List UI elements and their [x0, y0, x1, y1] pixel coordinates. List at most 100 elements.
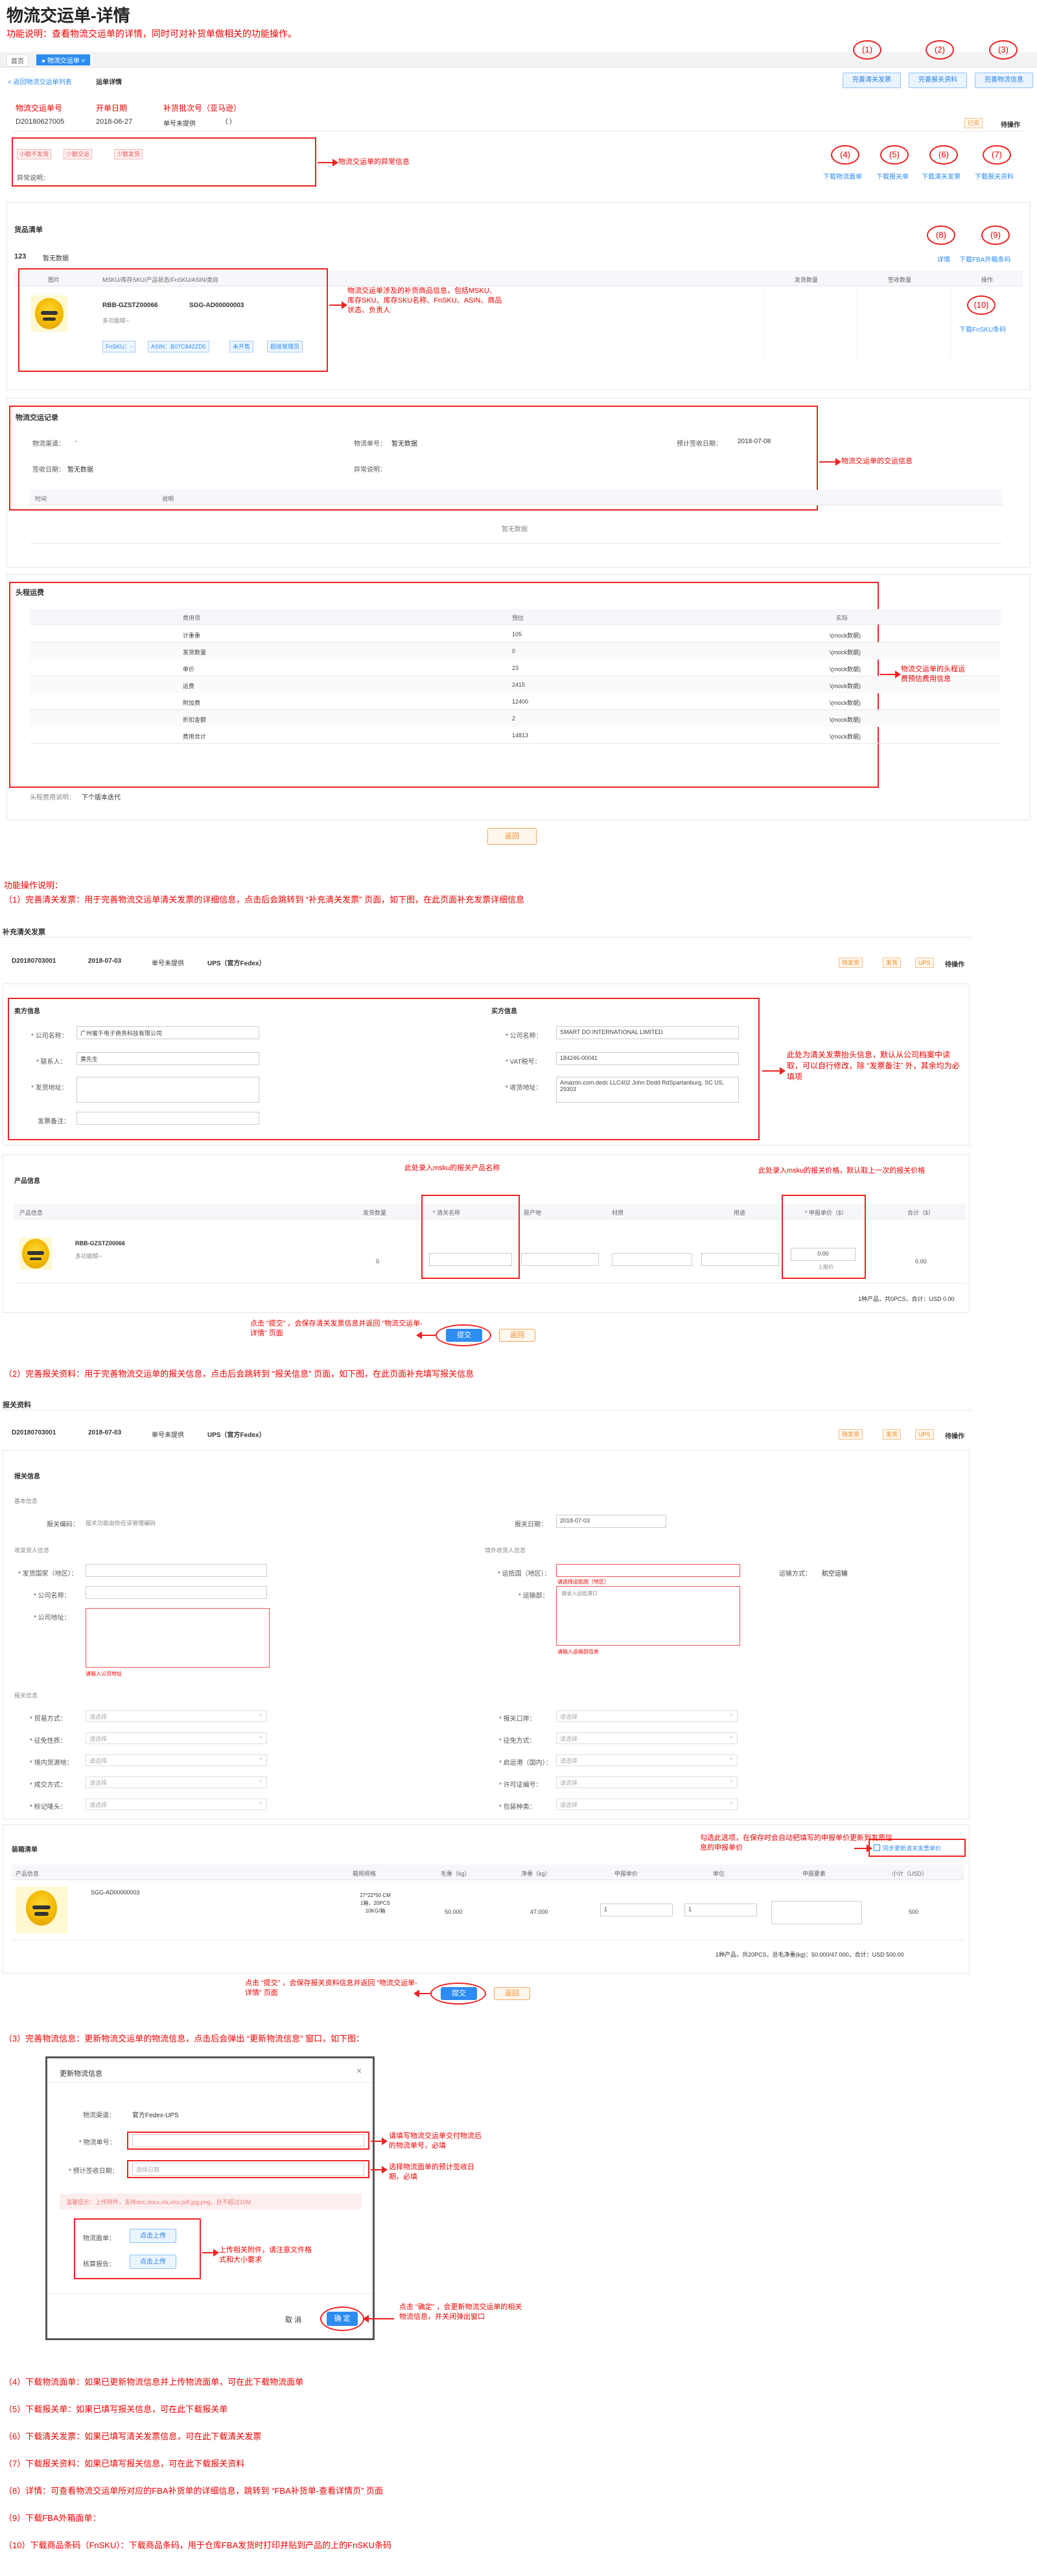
op2-customs-title: 报关信息 [14, 1692, 38, 1699]
op3-report-upload[interactable]: 点击上传 [130, 2255, 176, 2269]
op3-tracking-input[interactable] [132, 2134, 364, 2147]
shipping-channel-value: - [75, 438, 78, 445]
op1-col-material: 材质 [612, 1210, 624, 1216]
product-count-note: 暂无数据 [43, 255, 69, 262]
op2-address-input[interactable] [86, 1608, 270, 1668]
detail-link[interactable]: 详情 [937, 254, 950, 264]
download-customs-link[interactable]: 下载报关单 [876, 171, 909, 181]
annotation-op2-box: 勾选此选项，在保存时会自动把填写的申报单价更新到发票信息的申报单价 [700, 1834, 892, 1852]
download-fba-box-link[interactable]: 下载FBA外箱条码 [959, 254, 1010, 264]
op1-name-input[interactable] [429, 1253, 512, 1266]
op1-use-input[interactable] [701, 1253, 779, 1266]
op3-eta-input[interactable]: 选择日期 [132, 2163, 364, 2176]
op1-page-title: 补充清关发票 [3, 928, 45, 936]
op2-box-unit-input[interactable]: 1 [684, 1903, 757, 1916]
op2-tag-3: UPS [915, 1429, 934, 1440]
op2-customs-right-select[interactable]: 请选择 [556, 1777, 738, 1788]
op1-submit-button[interactable]: 提交 [446, 1329, 482, 1342]
op2-customs-right-select[interactable]: 请选择 [556, 1710, 738, 1722]
annotation-op1-name: 此处录入msku的报关产品名称 [404, 1164, 500, 1172]
op2-customs-left-select[interactable]: 请选择 [86, 1799, 267, 1810]
op2-country-input[interactable] [86, 1564, 267, 1577]
ops-title: 功能操作说明： [4, 880, 64, 890]
op1-origin-input[interactable] [521, 1253, 599, 1266]
op3-cancel-button[interactable]: 取 消 [285, 2314, 301, 2325]
op2-customs-right-select[interactable]: 请选择 [556, 1799, 738, 1810]
op2-carrier: UPS（官方Fedex） [207, 1432, 266, 1439]
op1-material-input[interactable] [612, 1253, 692, 1266]
arrow-cost [880, 671, 901, 678]
op2-customs-left-select[interactable]: 请选择 [86, 1754, 267, 1766]
cost-cell-item: 折扣金额 [183, 717, 207, 723]
asin-tag: ASIN：B07C842ZD5 [148, 341, 209, 352]
download-invoice-link[interactable]: 下载清关发票 [922, 171, 961, 181]
complete-customs-button[interactable]: 完善报关资料 [909, 73, 967, 88]
op2-customs-left-label: * 征免性质： [30, 1738, 67, 1745]
op2-box-col-elements: 申报要素 [802, 1870, 826, 1877]
op2-box-elements-input[interactable] [771, 1901, 862, 1924]
col-time: 时间 [35, 496, 47, 502]
op2-date-label: 报关日期： [515, 1521, 547, 1528]
op1-back-button[interactable]: 返回 [499, 1329, 535, 1342]
op2-customs-right-select[interactable]: 请选择 [556, 1754, 738, 1766]
op1-product-code: RBB-GZSTZ00066 [75, 1240, 126, 1247]
annotation-product: 物流交运单涉及的补货商品信息，包括MSKU、库存SKU、库存SKU名称、FnSK… [347, 287, 502, 314]
ops-list-9: （9）下载FBA外箱面单： [4, 2513, 101, 2523]
op2-dest-country-input[interactable] [556, 1564, 740, 1577]
op1-buyer-address-label: * 收货地址： [506, 1085, 542, 1092]
circle-4: (4) [831, 145, 859, 165]
op3-eta-label: * 预计签收日期： [69, 2168, 119, 2175]
fnsku-tag: FnSKU：- [102, 341, 136, 352]
op2-customs-right-label: * 启运港（国内）： [499, 1760, 552, 1767]
arrow-op3-tracking [371, 2137, 388, 2145]
col-received: 签收数量 [888, 277, 912, 283]
op2-submit-button[interactable]: 提交 [441, 1987, 477, 2000]
order-no: D20180627005 [16, 118, 65, 126]
arrow-op1-buyer [762, 1067, 786, 1075]
op1-total: 0.00 [915, 1258, 927, 1265]
cost-col-est: 预估 [512, 615, 524, 621]
op2-box-price-input[interactable]: 1 [600, 1903, 673, 1916]
op1-buyer-vat-input[interactable]: 184246-00041 [556, 1052, 739, 1065]
annotation-op3-eta: 选择物流面单的预计签收日期，必填 [389, 2163, 474, 2181]
op2-customs-left-select[interactable]: 请选择 [86, 1777, 267, 1788]
op1-buyer-company-input[interactable]: SMART DO INTERNATIONAL LIMITED [556, 1026, 739, 1039]
op2-section-title: 报关信息 [14, 1473, 40, 1480]
op3-ok-button[interactable]: 确 定 [327, 2312, 358, 2326]
op1-col-qty: 发货数量 [363, 1210, 387, 1216]
complete-logistics-button[interactable]: 完善物流信息 [975, 73, 1033, 88]
complete-invoice-button[interactable]: 完善清关发票 [843, 73, 901, 88]
cost-cell-item: 运费 [183, 683, 195, 689]
back-to-list-link[interactable]: < 返回物流交运单列表 [8, 76, 72, 86]
op1-buyer-address-input[interactable]: Amazon.com.dedc LLC402 John Dodd RdSpart… [556, 1077, 739, 1103]
op2-address-label: * 公司地址： [34, 1615, 71, 1622]
eta-label: 预计签收日期： [677, 441, 722, 448]
download-customs-data-link[interactable]: 下载报关资料 [975, 171, 1014, 181]
op1-date: 2018-07-03 [88, 958, 122, 965]
op1-summary: 1种产品，共0PCS，合计：USD 0.00 [858, 1296, 955, 1302]
op1-seller-address-input[interactable] [76, 1077, 259, 1103]
annotation-op2-submit: 点击 “提交” ，会保存报关资料信息并返回 “物流交运单-详情” 页面 [245, 1979, 417, 1997]
op2-customs-right-select[interactable]: 请选择 [556, 1732, 738, 1744]
back-button[interactable]: 返回 [487, 828, 537, 845]
op2-company-input[interactable] [86, 1586, 267, 1599]
download-label-link[interactable]: 下载物流面单 [823, 171, 862, 181]
op1-seller-note-input[interactable] [76, 1112, 259, 1125]
op3-close-icon[interactable]: × [356, 2065, 362, 2076]
op2-customs-right-label: * 征免方式： [499, 1738, 536, 1745]
tab-home[interactable]: 首页 [6, 54, 29, 67]
cost-cell-est: 0 [512, 648, 516, 654]
op1-price-input[interactable]: 0.00 [791, 1248, 856, 1261]
op2-customs-left-select[interactable]: 请选择 [86, 1732, 267, 1744]
op2-customs-left-select[interactable]: 请选择 [86, 1710, 267, 1722]
tab-active[interactable]: ● 物流交运单 × [36, 54, 91, 65]
op2-date-input[interactable]: 2018-07-03 [556, 1515, 666, 1528]
download-fnsku-link[interactable]: 下载FnSKU条码 [959, 324, 1006, 334]
op1-seller-contact-label: * 联系人： [36, 1059, 67, 1066]
op2-back-button[interactable]: 返回 [494, 1987, 530, 2000]
op1-seller-company-input[interactable]: 广州蜜千电子商务科技有限公司 [76, 1026, 259, 1039]
op1-seller-contact-input[interactable]: 黄先生 [76, 1052, 259, 1065]
op2-checkbox[interactable] [874, 1845, 880, 1851]
op3-label-upload[interactable]: 点击上传 [130, 2229, 176, 2243]
op2-port-placeholder: 请录入运抵港口 [561, 1591, 598, 1596]
